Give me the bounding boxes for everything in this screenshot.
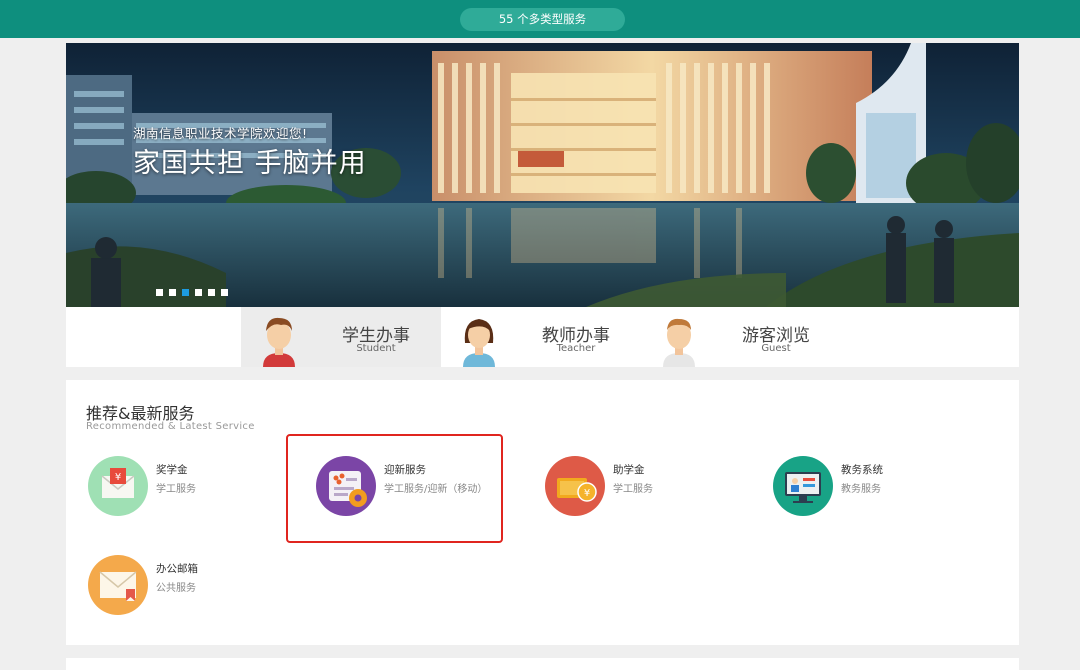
office-mail-icon — [88, 555, 148, 615]
service-category: 学工服务 — [156, 484, 196, 495]
carousel-dot-active[interactable] — [182, 289, 189, 296]
recommended-services-panel: 推荐&最新服务 Recommended & Latest Service ¥ 奖… — [66, 380, 1019, 645]
role-tab-guest[interactable]: 游客浏览 Guest — [641, 307, 841, 367]
service-category: 学工服务/迎新（移动） — [384, 484, 488, 495]
service-grant[interactable]: ¥ 助学金 学工服务 — [545, 456, 760, 520]
role-tab-student[interactable]: 学生办事 Student — [241, 307, 441, 367]
service-name: 奖学金 — [156, 464, 188, 476]
banner-title: 家国共担 手脑并用 — [133, 148, 367, 179]
svg-text:¥: ¥ — [115, 472, 121, 483]
top-bar: 55 个多类型服务 — [0, 0, 1080, 38]
service-scholarship[interactable]: ¥ 奖学金 学工服务 — [88, 456, 303, 520]
carousel-indicators — [156, 289, 228, 296]
scholarship-envelope-icon: ¥ — [88, 456, 148, 516]
service-office-mail[interactable]: 办公邮箱 公共服务 — [88, 555, 303, 619]
role-en-label: Guest — [761, 343, 791, 354]
service-name: 迎新服务 — [384, 464, 426, 476]
carousel-dot[interactable] — [169, 289, 176, 296]
role-tab-teacher[interactable]: 教师办事 Teacher — [441, 307, 641, 367]
carousel-dot[interactable] — [156, 289, 163, 296]
service-name: 教务系统 — [841, 464, 883, 476]
guest-avatar-icon — [663, 318, 695, 367]
section-subtitle: Recommended & Latest Service — [86, 421, 255, 432]
service-name: 助学金 — [613, 464, 645, 476]
role-en-label: Student — [356, 343, 396, 354]
role-en-label: Teacher — [556, 343, 596, 354]
teacher-avatar-icon — [463, 319, 495, 367]
grant-coin-icon: ¥ — [545, 456, 605, 516]
role-selector: 学生办事 Student 教师办事 Teacher 游客浏览 Guest — [66, 307, 1019, 367]
hero-banner: 湖南信息职业技术学院欢迎您! 家国共担 手脑并用 — [66, 43, 1019, 307]
service-category: 教务服务 — [841, 484, 881, 495]
academic-system-icon — [773, 456, 833, 516]
service-name: 办公邮箱 — [156, 563, 198, 575]
carousel-dot[interactable] — [195, 289, 202, 296]
student-avatar-icon — [263, 317, 295, 367]
welcome-service-icon — [316, 456, 376, 516]
svg-text:¥: ¥ — [584, 488, 590, 499]
service-count-pill[interactable]: 55 个多类型服务 — [460, 8, 625, 31]
banner-subtitle: 湖南信息职业技术学院欢迎您! — [133, 126, 308, 141]
carousel-dot[interactable] — [221, 289, 228, 296]
service-welcome[interactable]: 迎新服务 学工服务/迎新（移动） — [316, 456, 531, 520]
carousel-dot[interactable] — [208, 289, 215, 296]
service-category: 学工服务 — [613, 484, 653, 495]
service-category: 公共服务 — [156, 583, 196, 594]
service-academic-system[interactable]: 教务系统 教务服务 — [773, 456, 988, 520]
next-panel — [66, 658, 1019, 670]
